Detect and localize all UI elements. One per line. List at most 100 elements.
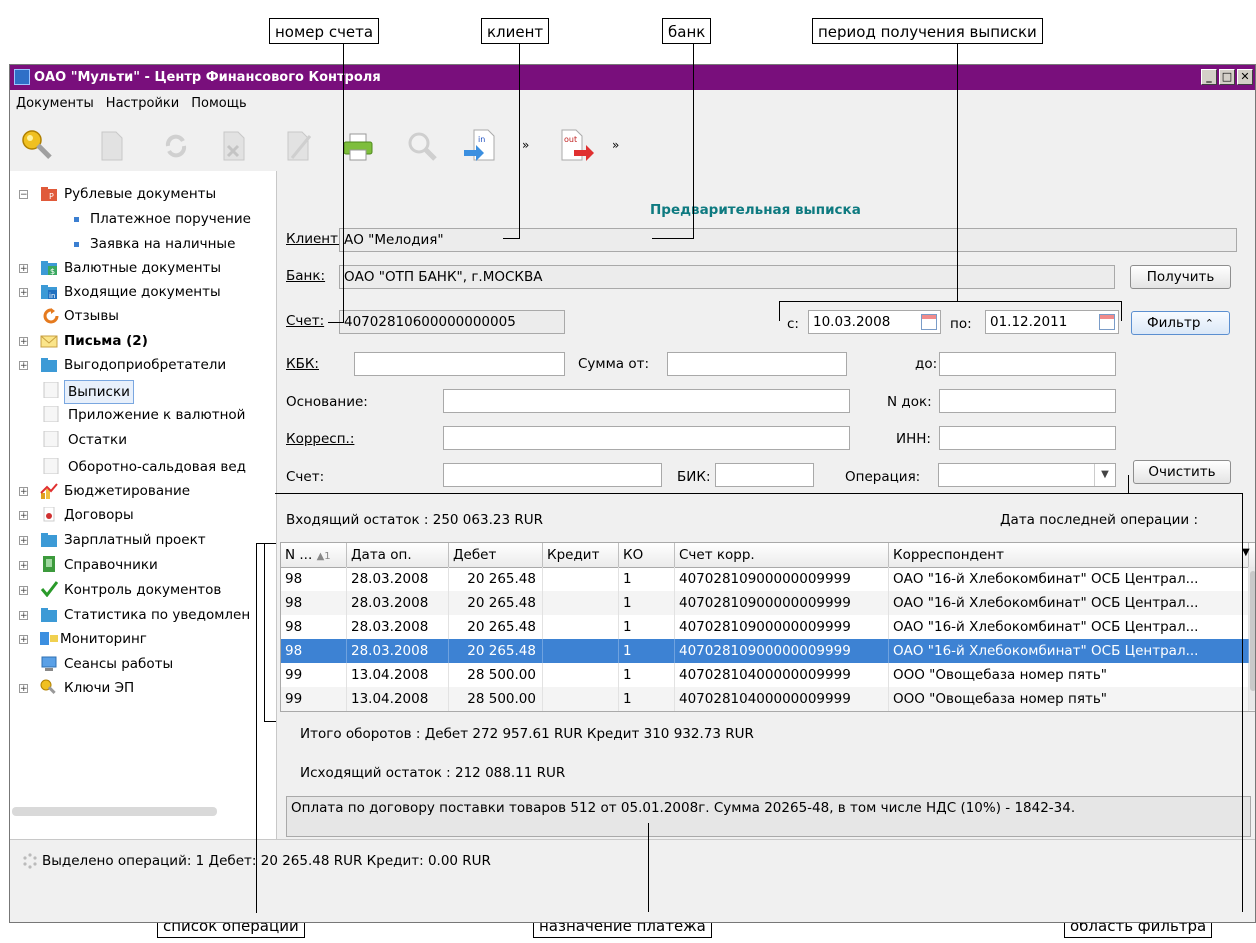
bik-label: БИК:	[677, 469, 711, 485]
calendar-icon[interactable]	[1099, 314, 1115, 330]
bank-label[interactable]: Банк:	[286, 265, 325, 287]
col-header-correspondent[interactable]: Корреспондент	[889, 543, 1249, 567]
col-header-date[interactable]: Дата оп.	[347, 543, 449, 567]
basis-field[interactable]	[443, 389, 850, 413]
expand-icon[interactable]: +	[19, 288, 28, 298]
col-header-corr-account[interactable]: Счет корр.	[675, 543, 889, 567]
expand-icon[interactable]: +	[19, 487, 28, 497]
table-row[interactable]: 98 28.03.2008 20 265.48 1 407028109000000099…	[281, 639, 1255, 663]
expand-icon[interactable]: +	[19, 611, 28, 621]
table-row[interactable]: 98 28.03.2008 20 265.48 1 407028109000000099…	[281, 567, 1255, 591]
maximize-button[interactable]: □	[1219, 69, 1235, 85]
cell-date: 13.04.2008	[347, 687, 449, 711]
menu-settings[interactable]: Настройки	[106, 96, 179, 111]
table-row[interactable]: 99 13.04.2008 28 500.00 1 407028104000000099…	[281, 663, 1255, 687]
menu-help[interactable]: Помощь	[191, 96, 246, 111]
document-icon	[43, 431, 59, 447]
menu-documents[interactable]: Документы	[16, 96, 94, 111]
date-from-field[interactable]: 10.03.2008	[808, 310, 941, 334]
grid-scrollbar[interactable]	[1249, 567, 1255, 710]
sum-to-field[interactable]	[939, 352, 1116, 376]
seal-icon	[43, 507, 55, 522]
doc-no-label: N док:	[887, 394, 932, 410]
calendar-icon[interactable]	[921, 314, 937, 330]
corr-field[interactable]	[443, 426, 850, 450]
expand-icon[interactable]: +	[19, 361, 28, 371]
client-label[interactable]: Клиент:	[286, 228, 343, 250]
delete-icon[interactable]	[216, 128, 252, 164]
folder-icon	[41, 608, 57, 622]
filter-button[interactable]: Фильтр ⌃	[1131, 311, 1230, 335]
cell-debit: 20 265.48	[449, 591, 543, 615]
minimize-button[interactable]: _	[1201, 69, 1217, 85]
callout-period: период получения выписки	[812, 18, 1043, 44]
folder-icon	[41, 533, 57, 547]
cell-ko: 1	[619, 663, 675, 687]
cell-number: 98	[281, 567, 347, 591]
date-from-label: с:	[787, 316, 799, 332]
bullet-icon	[74, 217, 79, 222]
bank-field[interactable]: ОАО "ОТП БАНК", г.МОСКВА	[339, 265, 1115, 289]
account-label[interactable]: Счет:	[286, 310, 324, 332]
inn-field[interactable]	[939, 426, 1116, 450]
import-dropdown-icon[interactable]: »	[522, 138, 529, 152]
expand-icon[interactable]: +	[19, 337, 28, 347]
chevron-down-icon[interactable]: ▼	[1094, 464, 1115, 486]
account2-field[interactable]	[443, 463, 662, 487]
client-field[interactable]: АО "Мелодия"	[339, 228, 1237, 252]
cell-corr-account: 40702810900000009999	[675, 591, 889, 615]
document-icon	[43, 406, 59, 422]
cell-debit: 20 265.48	[449, 615, 543, 639]
account2-label: Счет:	[286, 469, 325, 485]
cell-debit: 28 500.00	[449, 663, 543, 687]
expand-icon[interactable]: +	[19, 635, 28, 645]
sum-from-field[interactable]	[667, 352, 847, 376]
cell-corr-account: 40702810400000009999	[675, 663, 889, 687]
cell-date: 13.04.2008	[347, 663, 449, 687]
collapse-icon[interactable]: −	[19, 190, 28, 200]
incoming-folder-icon: in	[41, 285, 57, 300]
expand-icon[interactable]: +	[19, 511, 28, 521]
expand-icon[interactable]: +	[19, 684, 28, 694]
doc-no-field[interactable]	[939, 389, 1116, 413]
export-dropdown-icon[interactable]: »	[612, 138, 619, 152]
table-row[interactable]: 98 28.03.2008 20 265.48 1 407028109000000099…	[281, 591, 1255, 615]
print-icon[interactable]	[340, 128, 376, 164]
col-header-debit[interactable]: Дебет	[449, 543, 543, 567]
app-icon	[14, 69, 30, 85]
account-field[interactable]: 40702810600000000005	[339, 310, 565, 334]
bik-field[interactable]	[715, 463, 814, 487]
close-button[interactable]: ✕	[1237, 69, 1253, 85]
corr-label[interactable]: Корресп.:	[286, 428, 354, 450]
kbk-label[interactable]: КБК:	[286, 353, 319, 375]
expand-icon[interactable]: +	[19, 586, 28, 596]
kbk-field[interactable]	[354, 352, 565, 376]
table-row[interactable]: 99 13.04.2008 28 500.00 1 407028104000000099…	[281, 687, 1255, 711]
search-icon[interactable]	[404, 128, 440, 164]
column-menu-icon[interactable]: ▼	[1242, 547, 1250, 558]
operation-select[interactable]: ▼	[938, 463, 1116, 487]
col-header-credit[interactable]: Кредит	[543, 543, 619, 567]
col-header-ko[interactable]: КО	[619, 543, 675, 567]
expand-icon[interactable]: +	[19, 536, 28, 546]
import-in-icon[interactable]: in	[462, 128, 498, 164]
clear-button[interactable]: Очистить	[1133, 460, 1231, 484]
expand-icon[interactable]: +	[19, 264, 28, 274]
expand-icon[interactable]: +	[19, 561, 28, 571]
cell-date: 28.03.2008	[347, 639, 449, 663]
new-document-icon[interactable]	[94, 128, 130, 164]
get-button[interactable]: Получить	[1130, 265, 1231, 289]
table-row[interactable]: 98 28.03.2008 20 265.48 1 407028109000000099…	[281, 615, 1255, 639]
export-out-icon[interactable]: out	[560, 128, 596, 164]
tree-scrollbar[interactable]	[12, 807, 217, 816]
payment-purpose-field[interactable]: Оплата по договору поставки товаров 512 …	[286, 796, 1251, 837]
key-icon[interactable]	[20, 128, 56, 164]
cell-debit: 28 500.00	[449, 687, 543, 711]
cell-credit	[543, 639, 619, 663]
status-text: Выделено операций: 1 Дебет: 20 265.48 RU…	[42, 853, 491, 869]
refresh-icon[interactable]	[158, 128, 194, 164]
col-header-number[interactable]: N ... ▲1	[281, 543, 347, 567]
edit-icon[interactable]	[280, 128, 316, 164]
date-to-field[interactable]: 01.12.2011	[985, 310, 1119, 334]
cell-credit	[543, 591, 619, 615]
